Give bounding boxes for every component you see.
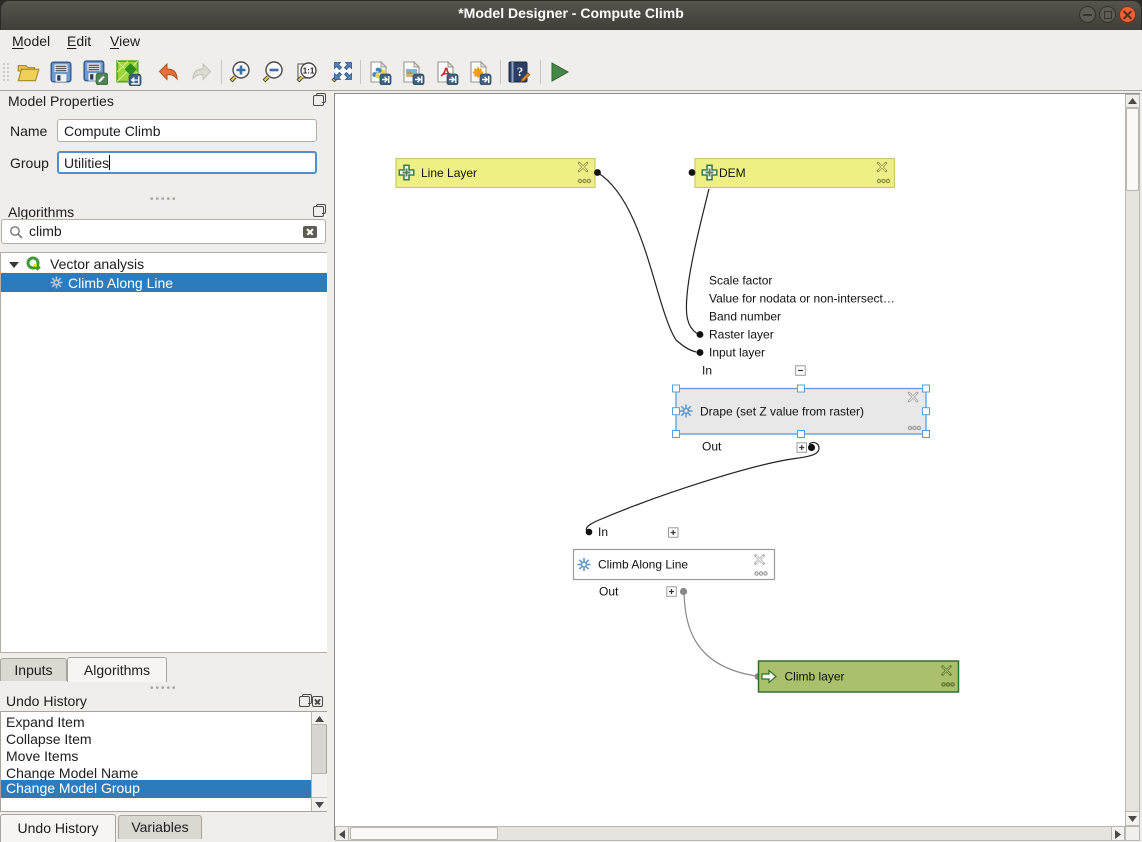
svg-text:Input layer: Input layer [709,346,765,360]
svg-text:?: ? [517,64,524,79]
svg-text:Raster layer: Raster layer [709,328,774,342]
svg-text:Out: Out [702,440,722,454]
svg-text:1:1: 1:1 [303,67,315,76]
svg-text:Value for nodata or non-inters: Value for nodata or non-intersect… [709,292,895,306]
svg-text:Climb layer: Climb layer [785,670,845,684]
svg-text:Line Layer: Line Layer [421,166,477,180]
svg-text:DEM: DEM [719,166,746,180]
svg-text:In: In [598,525,608,539]
svg-text:Band number: Band number [709,310,781,324]
svg-text:Scale factor: Scale factor [709,274,772,288]
svg-text:Out: Out [599,585,619,599]
svg-text:In: In [702,364,712,378]
svg-text:Drape (set Z value from raster: Drape (set Z value from raster) [700,405,864,419]
svg-text:Climb Along Line: Climb Along Line [598,558,688,572]
